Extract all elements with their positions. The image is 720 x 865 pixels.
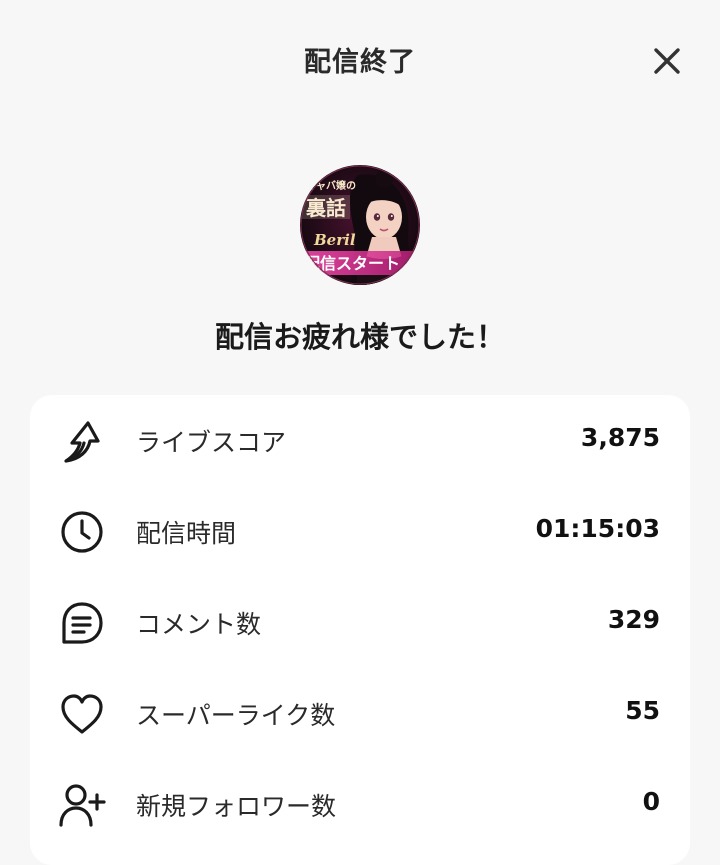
stat-value: 329 [607, 605, 660, 634]
stat-row-comments: コメント数 329 [30, 577, 690, 668]
clock-icon [58, 508, 106, 556]
stream-thumbnail-avatar: キャバ嬢の 裏話 Beril 配信スタート [300, 165, 420, 285]
stat-row-live-score: ライブスコア 3,875 [30, 395, 690, 486]
stat-label: コメント数 [136, 610, 262, 639]
close-button[interactable] [646, 40, 688, 82]
stat-label: 配信時間 [136, 519, 237, 548]
page-title: 配信終了 [304, 47, 416, 78]
stat-row-new-followers: 新規フォロワー数 0 [30, 759, 690, 850]
stat-label: ライブスコア [136, 428, 287, 457]
comment-icon [58, 599, 106, 647]
stat-value: 01:15:03 [535, 514, 660, 543]
close-icon [654, 48, 680, 74]
add-follower-icon [58, 781, 106, 829]
heart-icon [58, 690, 106, 738]
svg-text:裏話: 裏話 [305, 196, 346, 220]
stat-value: 55 [625, 696, 660, 725]
svg-text:配信スタート: 配信スタート [304, 254, 400, 273]
stat-row-super-likes: スーパーライク数 55 [30, 668, 690, 759]
avatar: キャバ嬢の 裏話 Beril 配信スタート [300, 165, 420, 285]
stat-label: 新規フォロワー数 [136, 792, 337, 821]
svg-text:Beril: Beril [313, 231, 356, 249]
stat-row-duration: 配信時間 01:15:03 [30, 486, 690, 577]
thanks-message: 配信お疲れ様でした！ [214, 320, 505, 354]
svg-text:キャバ嬢の: キャバ嬢の [306, 179, 356, 192]
stat-label: スーパーライク数 [136, 701, 336, 730]
live-score-arrow-icon [58, 417, 106, 465]
stats-card: ライブスコア 3,875 配信時間 01:15:03 コメント数 329 スーパ… [30, 395, 690, 865]
stat-value: 3,875 [580, 423, 660, 452]
header: 配信終了 [0, 0, 720, 120]
stat-value: 0 [642, 787, 660, 816]
